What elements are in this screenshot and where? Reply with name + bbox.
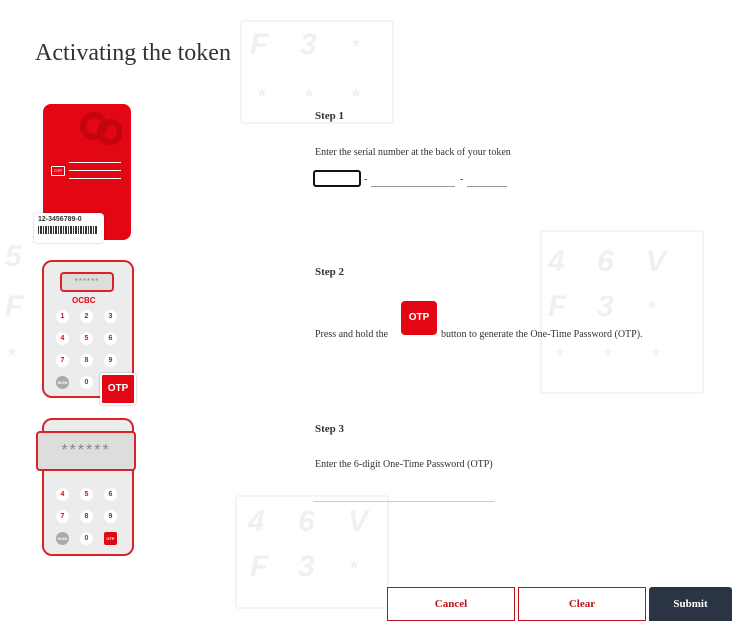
cancel-button[interactable]: Cancel [387,587,515,621]
serial-sample-text: 12-3456789-0 [38,216,82,223]
bg-char: 4 [548,245,565,278]
otp-key-small: OTP [104,532,117,545]
keypad-key: 3 [104,310,117,323]
keypad-key: 8 [80,510,93,523]
serial-sticker: 12-3456789-0 [34,213,104,243]
clear-button[interactable]: Clear [518,587,646,621]
bg-box [240,20,394,124]
bg-char: 3 [298,550,315,583]
step-1-text: Enter the serial number at the back of y… [315,147,511,158]
serial-separator: - [364,174,368,185]
serial-part-3-input[interactable] [467,170,507,187]
bg-char: 6 [597,245,614,278]
bg-char: V [646,245,667,278]
keypad-key: 0 [80,532,93,545]
barcode-icon [38,226,98,234]
bg-star: * [604,345,612,367]
keypad-sign-key: SIGN [56,532,69,545]
ocbc-logo-icon [80,112,122,145]
keypad-key: 1 [56,310,69,323]
bg-char: 3 [597,290,614,323]
keypad-sign-key: SIGN [56,376,69,389]
keypad-key: 6 [104,488,117,501]
bg-star: * [350,558,358,580]
bg-char: F [548,290,567,323]
keypad-key: 4 [56,332,69,345]
bg-star: * [556,345,564,367]
step-2-text-before: Press and hold the [315,329,389,340]
keypad-key: 8 [80,354,93,367]
submit-button[interactable]: Submit [649,587,732,621]
keypad-key: 0 [80,376,93,389]
step-3-title: Step 3 [315,423,345,435]
keypad-key: 4 [56,488,69,501]
bg-char: F [5,290,24,323]
ocbc-brand-label: OCBC [72,296,96,305]
serial-separator: - [460,174,464,185]
step-2-text-after: button to generate the One-Time Password… [441,329,643,340]
otp-button-icon: OTP [401,301,437,335]
keypad-key: 5 [80,488,93,501]
bg-star: * [8,345,16,367]
keypad-key: 5 [80,332,93,345]
keypad-key: 9 [104,510,117,523]
bg-char: V [348,505,369,538]
serial-part-2-input[interactable] [371,170,455,187]
card-line [69,170,121,171]
page-title: Activating the token [35,40,231,66]
bg-star: * [652,345,660,367]
serial-part-1-input[interactable] [313,170,361,187]
otp-key-highlight: OTP [100,373,136,405]
otp-mini-label: OTP [51,166,65,176]
keypad-key: 9 [104,354,117,367]
keypad-key: 7 [56,354,69,367]
token-screen-otp: ****** [36,431,136,471]
keypad-key: 7 [56,510,69,523]
card-line [69,178,121,179]
keypad-key: 2 [80,310,93,323]
token-screen: ****** [60,272,114,292]
bg-char: 6 [298,505,315,538]
bg-star: * [648,298,656,320]
step-1-title: Step 1 [315,110,345,122]
bg-char: 5 [5,240,22,273]
bg-char: F [250,550,269,583]
card-line [69,162,121,163]
otp-input[interactable] [313,483,495,502]
keypad-key: 6 [104,332,117,345]
step-3-text: Enter the 6-digit One-Time Password (OTP… [315,459,493,470]
bg-char: 4 [248,505,265,538]
step-2-title: Step 2 [315,266,345,278]
